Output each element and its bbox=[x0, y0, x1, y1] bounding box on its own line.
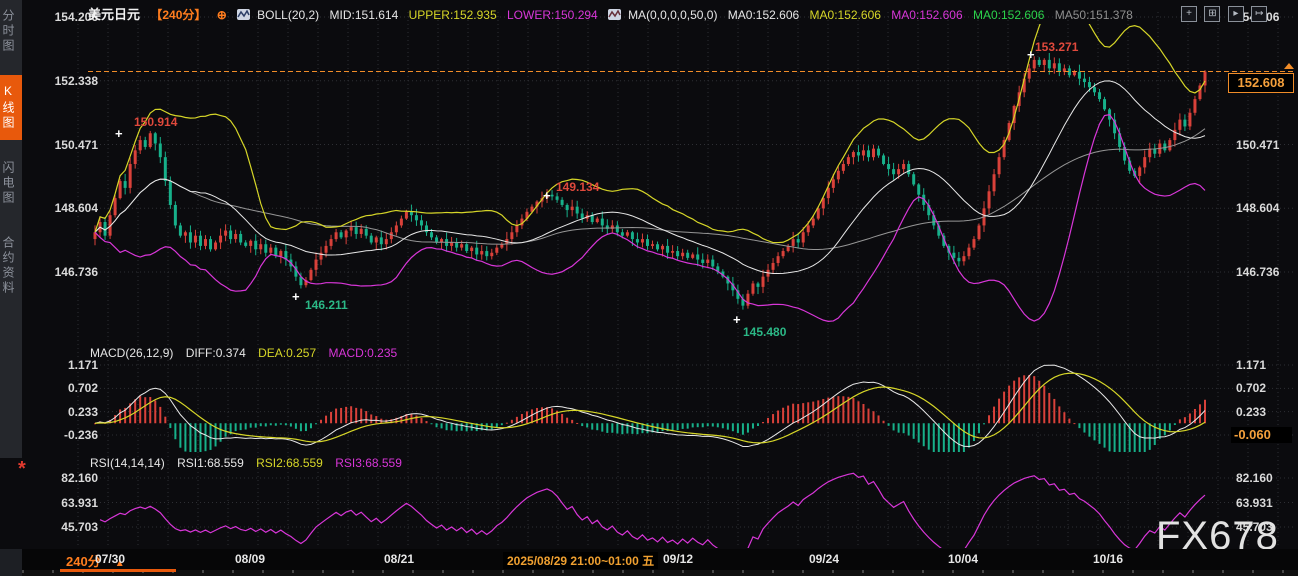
rsi2-value: RSI2:68.559 bbox=[256, 456, 323, 470]
macd-panel-header: MACD(26,12,9) DIFF:0.374 DEA:0.257 MACD:… bbox=[90, 346, 406, 360]
boll-name: BOLL(20,2) bbox=[257, 8, 319, 22]
crosshair-icon[interactable]: + bbox=[1181, 6, 1197, 22]
indicator-settings-icon[interactable]: * bbox=[18, 462, 26, 476]
ma-value-2: MA0:152.606 bbox=[810, 8, 881, 22]
ma-indicator-icon bbox=[608, 9, 621, 20]
macd-diff: DIFF:0.374 bbox=[186, 346, 246, 360]
sidebar-item-kline-chart[interactable]: K线图 bbox=[0, 75, 22, 140]
period-tab-underline bbox=[60, 569, 176, 572]
last-price-box: 152.608 bbox=[1228, 73, 1294, 93]
sidebar-item-timeline-chart[interactable]: 分时图 bbox=[0, 0, 22, 63]
expand-right-icon[interactable]: ↦ bbox=[1251, 6, 1267, 22]
ma50-value: MA50:151.378 bbox=[1055, 8, 1133, 22]
date-tick-label: 08/09 bbox=[235, 552, 265, 566]
macd-current-value-box: -0.060 bbox=[1231, 427, 1292, 443]
chart-toolbar: + ⊞ ▸ ↦ bbox=[1181, 3, 1270, 22]
axis-scale-icon[interactable]: ⊞ bbox=[1204, 6, 1220, 22]
add-indicator-icon[interactable]: ⊕ bbox=[217, 8, 227, 22]
macd-macd: MACD:0.235 bbox=[328, 346, 397, 360]
trading-terminal: 154.206152.338150.471148.604146.736154.2… bbox=[0, 0, 1298, 576]
sidebar: 分时图 K线图 闪电图 合约资料 bbox=[0, 0, 22, 458]
boll-lower: LOWER:150.294 bbox=[507, 8, 598, 22]
date-tick-label: 08/21 bbox=[384, 552, 414, 566]
sidebar-item-lightning-chart[interactable]: 闪电图 bbox=[0, 152, 22, 215]
date-tick-label: 10/04 bbox=[948, 552, 978, 566]
ma-name: MA(0,0,0,0,50,0) bbox=[628, 8, 717, 22]
sidebar-item-contract-info[interactable]: 合约资料 bbox=[0, 227, 22, 305]
date-tick-label: 09/24 bbox=[809, 552, 839, 566]
boll-upper: UPPER:152.935 bbox=[409, 8, 497, 22]
boll-indicator-icon bbox=[237, 9, 250, 20]
time-axis: 240分▲ 07/3008/0908/212025/08/29 21:00~01… bbox=[0, 549, 1298, 570]
time-axis-tickstrip[interactable] bbox=[22, 570, 1298, 576]
macd-name: MACD(26,12,9) bbox=[90, 346, 173, 360]
macd-dea: DEA:0.257 bbox=[258, 346, 316, 360]
ma-value-4: MA0:152.606 bbox=[973, 8, 1044, 22]
boll-mid: MID:151.614 bbox=[330, 8, 399, 22]
kline-chart[interactable] bbox=[0, 0, 1298, 576]
date-tick-label: 09/12 bbox=[663, 552, 693, 566]
rsi3-value: RSI3:68.559 bbox=[335, 456, 402, 470]
date-tick-label: 10/16 bbox=[1093, 552, 1123, 566]
date-tick-label: 07/30 bbox=[95, 552, 125, 566]
chart-header: 美元日元 【240分】 ⊕ BOLL(20,2) MID:151.614 UPP… bbox=[88, 4, 1140, 23]
symbol-name: 美元日元 bbox=[88, 7, 140, 22]
bottom-left-corner bbox=[0, 549, 22, 576]
ma-value-1: MA0:152.606 bbox=[728, 8, 799, 22]
current-bar-datetime: 2025/08/29 21:00~01:00 五 bbox=[503, 552, 658, 569]
rsi-name: RSI(14,14,14) bbox=[90, 456, 165, 470]
rsi-panel-header: RSI(14,14,14) RSI1:68.559 RSI2:68.559 RS… bbox=[90, 456, 411, 470]
indicator-window-icon[interactable]: ▸ bbox=[1228, 6, 1244, 22]
ma-value-3: MA0:152.606 bbox=[891, 8, 962, 22]
period-label: 【240分】 bbox=[150, 8, 206, 22]
rsi1-value: RSI1:68.559 bbox=[177, 456, 244, 470]
